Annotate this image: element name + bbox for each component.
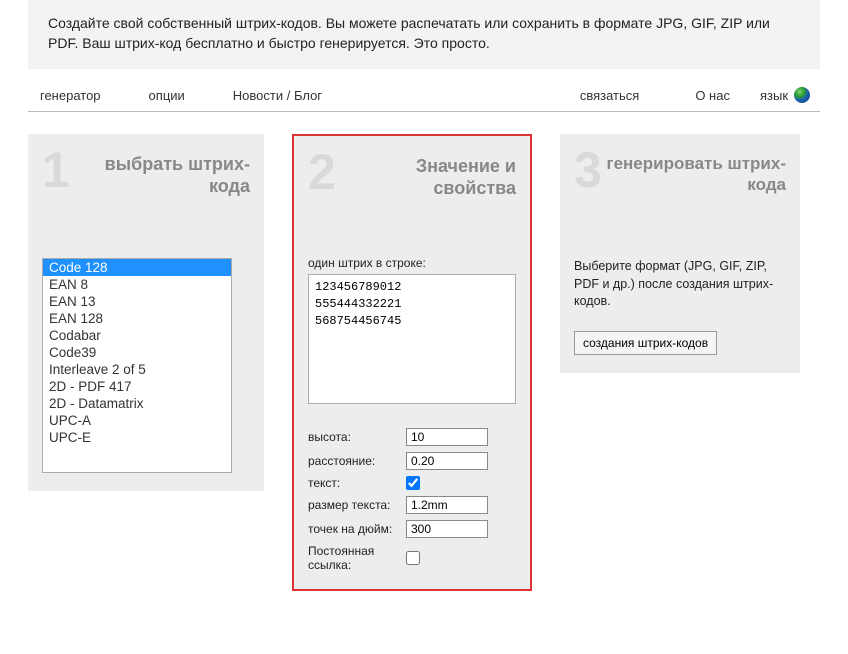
step2-panel: 2 Значение и свойства один штрих в строк… <box>292 134 532 591</box>
barcode-type-listbox[interactable]: Code 128EAN 8EAN 13EAN 128CodabarCode39I… <box>42 258 232 473</box>
nav-news[interactable]: Новости / Блог <box>209 86 346 105</box>
list-item[interactable]: 2D - Datamatrix <box>43 395 231 412</box>
height-label: высота: <box>308 430 406 444</box>
properties-group: высота: расстояние: текст: размер текста… <box>308 425 516 575</box>
list-item[interactable]: UPC-E <box>43 429 231 446</box>
textsize-input[interactable] <box>406 496 488 514</box>
step2-title: Значение и свойства <box>334 150 516 199</box>
main-nav: генератор опции Новости / Блог связаться… <box>28 77 820 112</box>
list-item[interactable]: Codabar <box>43 327 231 344</box>
dpi-label: точек на дюйм: <box>308 522 406 536</box>
list-item[interactable]: EAN 13 <box>43 293 231 310</box>
nav-language[interactable]: язык <box>758 85 816 105</box>
step3-title: генерировать штрих-кода <box>600 148 786 195</box>
text-checkbox[interactable] <box>406 476 420 490</box>
intro-banner: Создайте свой собственный штрих-кодов. В… <box>28 0 820 69</box>
step3-number: 3 <box>574 148 600 193</box>
steps-row: 1 выбрать штрих-кода Code 128EAN 8EAN 13… <box>28 112 820 621</box>
step2-number: 2 <box>308 150 334 195</box>
nav-about[interactable]: О нас <box>667 86 758 105</box>
list-item[interactable]: Code 128 <box>43 259 231 276</box>
nav-language-label: язык <box>760 88 788 103</box>
codes-textarea[interactable] <box>308 274 516 404</box>
list-item[interactable]: Code39 <box>43 344 231 361</box>
step1-title: выбрать штрих-кода <box>68 148 250 197</box>
step3-description: Выберите формат (JPG, GIF, ZIP, PDF и др… <box>574 258 786 311</box>
list-item[interactable]: 2D - PDF 417 <box>43 378 231 395</box>
distance-input[interactable] <box>406 452 488 470</box>
textsize-label: размер текста: <box>308 498 406 512</box>
permalink-label: Постоянная ссылка: <box>308 544 406 572</box>
dpi-input[interactable] <box>406 520 488 538</box>
globe-icon <box>794 87 810 103</box>
list-item[interactable]: EAN 8 <box>43 276 231 293</box>
distance-label: расстояние: <box>308 454 406 468</box>
nav-generator[interactable]: генератор <box>32 86 125 105</box>
text-label: текст: <box>308 476 406 490</box>
step1-number: 1 <box>42 148 68 193</box>
height-input[interactable] <box>406 428 488 446</box>
list-item[interactable]: UPC-A <box>43 412 231 429</box>
codes-textarea-label: один штрих в строке: <box>308 256 516 270</box>
nav-options[interactable]: опции <box>125 86 209 105</box>
list-item[interactable]: Interleave 2 of 5 <box>43 361 231 378</box>
generate-button[interactable]: создания штрих-кодов <box>574 331 717 355</box>
step3-panel: 3 генерировать штрих-кода Выберите форма… <box>560 134 800 373</box>
nav-contact[interactable]: связаться <box>552 86 667 105</box>
step1-panel: 1 выбрать штрих-кода Code 128EAN 8EAN 13… <box>28 134 264 491</box>
list-item[interactable]: EAN 128 <box>43 310 231 327</box>
permalink-checkbox[interactable] <box>406 551 420 565</box>
